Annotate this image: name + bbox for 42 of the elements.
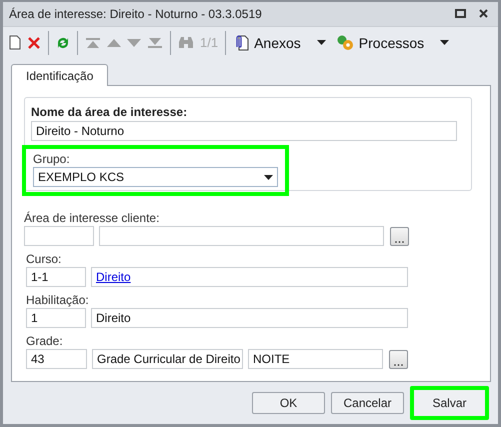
ellipsis-icon (394, 362, 403, 368)
input-field[interactable]: Direito (91, 267, 408, 287)
dropdown[interactable]: EXEMPLO KCS (33, 167, 278, 187)
input-field[interactable]: 43 (26, 349, 87, 369)
record-counter: 1/1 (197, 30, 222, 55)
new-document-icon (9, 35, 21, 50)
first-record-icon (85, 36, 101, 49)
lookup-button[interactable] (389, 350, 408, 368)
processes-menu[interactable]: Processos (332, 30, 452, 55)
caret-icon (316, 40, 326, 46)
caret-icon (440, 40, 450, 46)
ellipsis-icon (395, 240, 404, 244)
input-field[interactable]: Grade Curricular de Direito (92, 349, 243, 369)
field-label: Nome da área de interesse: (31, 105, 188, 121)
input-field[interactable]: NOITE (248, 349, 383, 369)
input-field[interactable] (99, 226, 384, 246)
field-label: Grade: (26, 334, 64, 349)
field-label: Área de interesse cliente: (24, 211, 160, 226)
dialog-button[interactable]: OK (252, 392, 325, 414)
input-field[interactable]: 1-1 (26, 267, 86, 287)
field-label: Habilitação: (26, 293, 90, 308)
lookup-button[interactable] (390, 226, 409, 246)
window-title: Área de interesse: Direito - Noturno - 03.3.0519 (9, 6, 263, 21)
last-record-icon (147, 36, 163, 49)
input-field[interactable] (24, 226, 94, 246)
input-field[interactable]: Direito (91, 308, 408, 328)
link[interactable]: Direito (96, 270, 131, 284)
maximize-icon[interactable] (455, 9, 466, 18)
dialog-button[interactable]: Salvar (410, 386, 489, 420)
field-label: Grupo: (33, 152, 71, 167)
down-arrow-icon (127, 38, 141, 47)
tab[interactable]: Identificação (11, 64, 108, 86)
close-icon (27, 36, 41, 50)
up-arrow-icon (107, 38, 121, 47)
field-label: Curso: (26, 252, 62, 267)
input-field[interactable]: 1 (26, 308, 86, 328)
close-icon[interactable] (479, 9, 488, 18)
binoculars-icon (178, 36, 194, 50)
input-field[interactable]: Direito - Noturno (31, 121, 457, 141)
caret-icon (264, 174, 273, 180)
attachments-menu[interactable]: Anexos (230, 30, 329, 55)
dialog-button[interactable]: Cancelar (331, 392, 404, 414)
